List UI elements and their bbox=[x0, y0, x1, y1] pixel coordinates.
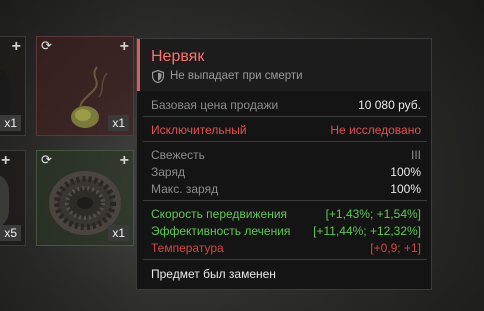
rarity-label: Исключительный bbox=[151, 123, 247, 137]
price-value: 10 080 руб. bbox=[358, 98, 421, 112]
inventory-slot-nervyak[interactable]: ⟳ + x1 bbox=[36, 36, 134, 136]
item-tooltip: Нервяк Не выпадает при смерти Базовая це… bbox=[136, 38, 432, 290]
item-count: x5 bbox=[0, 225, 21, 241]
effect-value: [+0,9; +1] bbox=[370, 241, 421, 255]
stat-value: 100% bbox=[390, 182, 421, 196]
inventory-slot-left-bottom[interactable]: + x5 bbox=[0, 150, 26, 246]
divider bbox=[143, 259, 427, 260]
add-icon[interactable]: + bbox=[120, 39, 129, 55]
effect-label: Эффективность лечения bbox=[151, 224, 291, 238]
shield-icon bbox=[152, 70, 164, 83]
stat-label: Свежесть bbox=[151, 148, 205, 162]
add-icon[interactable]: + bbox=[12, 39, 21, 55]
research-status: Не исследовано bbox=[330, 123, 421, 137]
stat-label: Заряд bbox=[151, 165, 185, 179]
item-image bbox=[0, 173, 9, 229]
replaced-note: Предмет был заменен bbox=[151, 267, 276, 281]
stat-label: Макс. заряд bbox=[151, 182, 219, 196]
item-count: x1 bbox=[0, 115, 21, 131]
effect-label: Скорость передвижения bbox=[151, 207, 288, 221]
effect-label: Температура bbox=[151, 241, 224, 255]
add-icon[interactable]: + bbox=[1, 153, 10, 169]
price-label: Базовая цена продажи bbox=[151, 98, 279, 112]
item-count: x1 bbox=[108, 225, 129, 241]
refresh-icon: ⟳ bbox=[41, 38, 52, 53]
effect-value: [+11,44%; +12,32%] bbox=[313, 224, 421, 238]
inventory-slot-artifact[interactable]: ⟳ + x1 bbox=[36, 150, 134, 246]
inventory-slot-left-top[interactable]: + x1 bbox=[0, 36, 26, 136]
item-title: Нервяк bbox=[151, 48, 205, 65]
item-subtitle: Не выпадает при смерти bbox=[170, 70, 303, 82]
divider bbox=[143, 200, 427, 201]
tooltip-accent-bar bbox=[137, 39, 140, 91]
stat-value: III bbox=[410, 148, 421, 162]
divider bbox=[143, 116, 427, 117]
divider bbox=[143, 141, 427, 142]
item-count: x1 bbox=[108, 115, 129, 131]
effect-value: [+1,43%; +1,54%] bbox=[325, 207, 421, 221]
stat-value: 100% bbox=[390, 165, 421, 179]
